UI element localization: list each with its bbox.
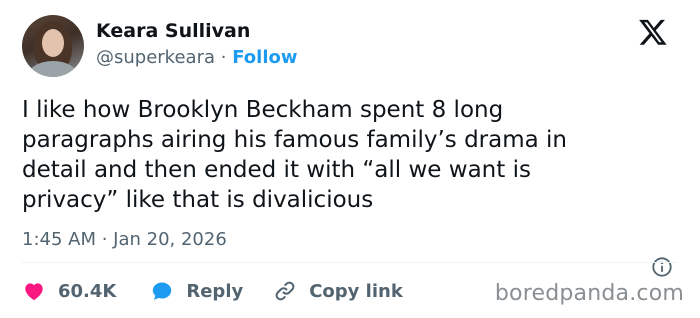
- copy-link-button[interactable]: Copy link: [273, 279, 403, 303]
- like-button[interactable]: 60.4K: [22, 279, 116, 303]
- author-handle[interactable]: @superkeara: [96, 47, 215, 68]
- reply-label: Reply: [186, 280, 244, 302]
- reply-button[interactable]: Reply: [150, 279, 243, 303]
- tweet-line: privacy” like that is divalicious: [22, 187, 374, 213]
- info-icon[interactable]: [651, 256, 673, 278]
- tweet-text: I like how Brooklyn Beckham spent 8 long…: [22, 95, 662, 215]
- watermark: boredpanda.com: [494, 281, 684, 306]
- tweet-line: paragraphs airing his famous family’s dr…: [22, 127, 568, 153]
- avatar[interactable]: [22, 15, 84, 77]
- tweet-timestamp[interactable]: 1:45 AM · Jan 20, 2026: [22, 229, 227, 250]
- tweet-line: I like how Brooklyn Beckham spent 8 long: [22, 97, 504, 123]
- like-count: 60.4K: [58, 280, 117, 302]
- avatar-face: [42, 29, 64, 57]
- avatar-shirt: [28, 61, 78, 77]
- author-name[interactable]: Keara Sullivan: [96, 20, 250, 42]
- handle-separator: ·: [220, 47, 227, 68]
- reply-bubble-icon: [153, 282, 172, 300]
- follow-button[interactable]: Follow: [232, 47, 297, 68]
- divider: [22, 262, 678, 263]
- copy-link-label: Copy link: [309, 280, 403, 302]
- heart-icon: [25, 283, 43, 301]
- handle-row: @superkeara · Follow: [96, 47, 298, 68]
- tweet-line: detail and then ended it with “all we wa…: [22, 157, 531, 183]
- action-bar: 60.4K Reply Copy link: [22, 278, 403, 304]
- link-icon: [275, 281, 295, 301]
- x-logo-icon[interactable]: [637, 17, 669, 47]
